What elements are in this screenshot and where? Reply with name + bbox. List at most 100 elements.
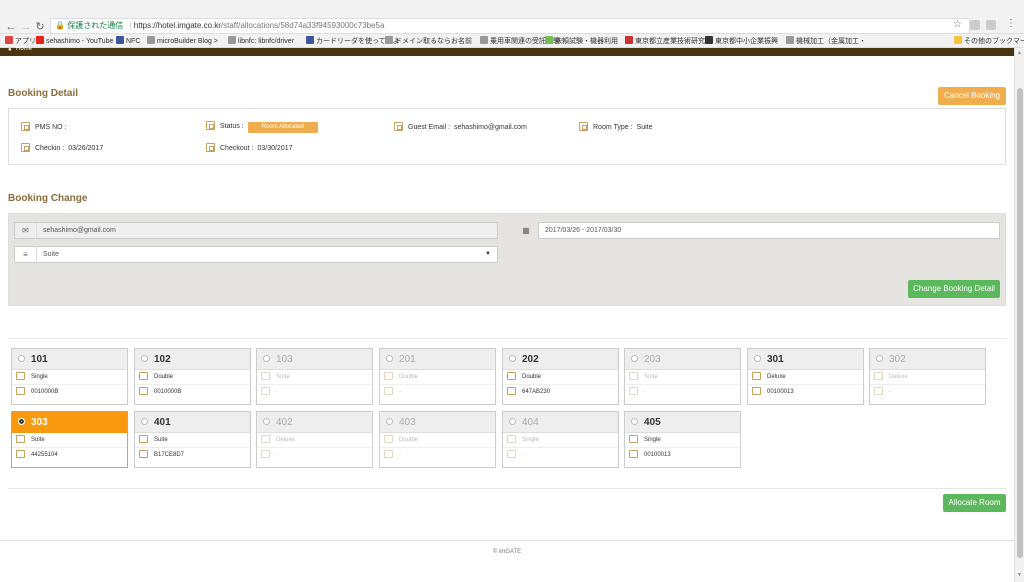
room-code: B17CE8D7 xyxy=(154,452,185,458)
room-type: Suite xyxy=(276,374,290,380)
bookmark-icon xyxy=(228,36,236,44)
bookmark-item[interactable]: 東京都中小企業振興 xyxy=(705,36,778,47)
bookmark-icon xyxy=(306,36,314,44)
room-code: - xyxy=(399,389,401,395)
bookmark-item[interactable]: ドメイン取るならお名前 xyxy=(385,36,472,47)
room-header: 202 xyxy=(503,349,618,370)
scrollbar[interactable]: ▲ ▼ xyxy=(1014,48,1024,582)
change-booking-detail-button[interactable]: Change Booking Detail xyxy=(908,280,1000,298)
bookmark-item[interactable]: 東京都立産業技術研究 xyxy=(625,36,705,47)
room-type-field: Room Type : Suite xyxy=(579,122,653,131)
room-radio[interactable] xyxy=(509,355,516,362)
bookmark-icon xyxy=(480,36,488,44)
bookmark-item[interactable]: microBuilder Blog > xyxy=(147,36,218,47)
room-radio xyxy=(263,355,270,362)
bookmark-label: その他のブックマーク xyxy=(964,38,1024,45)
scroll-thumb[interactable] xyxy=(1017,88,1023,558)
key-icon xyxy=(384,387,393,395)
room-type: Double xyxy=(399,374,419,380)
room-code-row: B17CE8D7 xyxy=(135,448,250,463)
room-radio[interactable] xyxy=(754,355,761,362)
bookmark-star-icon[interactable]: ☆ xyxy=(953,19,962,30)
bookmark-item[interactable]: その他のブックマーク xyxy=(954,36,1024,47)
room-type-row: Suite xyxy=(135,433,250,448)
room-type-row: Deluxe xyxy=(257,433,372,448)
app-header: ● Home xyxy=(0,46,1014,56)
bookmark-icon xyxy=(625,36,633,44)
bookmark-item[interactable]: sehashimo - YouTube xyxy=(36,36,113,47)
room-card[interactable]: 405 Single 00100013 xyxy=(624,411,741,468)
bookmark-label: 東京都立産業技術研究 xyxy=(635,38,705,45)
room-card: 402 Deluxe - xyxy=(256,411,373,468)
calendar-icon xyxy=(21,143,30,152)
envelope-icon xyxy=(394,122,403,131)
room-card[interactable]: 303 Suite 44255104 xyxy=(11,411,128,468)
bookmark-item[interactable]: 機械加工（金属加工・ xyxy=(786,36,866,47)
bookmark-item[interactable]: NFC xyxy=(116,36,140,47)
room-radio[interactable] xyxy=(18,355,25,362)
status-badge: Room Allocated xyxy=(247,122,318,133)
room-card[interactable]: 202 Double 647AB230 xyxy=(502,348,619,405)
room-header: 101 xyxy=(12,349,127,370)
bookmark-icon xyxy=(385,36,393,44)
pms-field: PMS NO : xyxy=(21,122,71,131)
room-header: 102 xyxy=(135,349,250,370)
checkout-field: Checkout :03/30/2017 xyxy=(206,143,293,152)
room-card: 201 Double - xyxy=(379,348,496,405)
reload-icon[interactable]: ↻ xyxy=(33,20,47,34)
bookmark-item[interactable]: 依頼試験・機器利用 xyxy=(545,36,618,47)
room-code-row: 00100013 xyxy=(748,385,863,400)
room-type: Single xyxy=(31,374,48,380)
back-arrow-icon[interactable]: ← xyxy=(4,20,18,34)
wifi-icon xyxy=(139,372,148,380)
extension-icon[interactable] xyxy=(986,20,996,30)
extension-icon[interactable] xyxy=(970,20,980,30)
room-number: 403 xyxy=(399,417,416,428)
allocate-room-button[interactable]: Allocate Room xyxy=(943,494,1006,512)
room-radio[interactable] xyxy=(18,418,25,425)
key-icon xyxy=(507,450,516,458)
room-card: 203 Suite - xyxy=(624,348,741,405)
menu-icon[interactable]: ⋮ xyxy=(1006,18,1016,29)
forward-arrow-icon[interactable]: → xyxy=(19,20,33,34)
room-type-select[interactable]: ≡ Suite ▼ xyxy=(14,246,498,263)
room-number: 402 xyxy=(276,417,293,428)
bookmark-label: libnfc: libnfc/driver xyxy=(238,38,295,45)
room-number: 401 xyxy=(154,417,171,428)
room-header: 401 xyxy=(135,412,250,433)
booking-detail-panel: PMS NO : Status : Room Allocated Guest Em… xyxy=(8,108,1006,165)
room-radio[interactable] xyxy=(631,418,638,425)
guest-email-field: Guest Email : sehashimo@gmail.com xyxy=(394,122,527,131)
key-icon xyxy=(16,387,25,395)
bookmark-icon xyxy=(545,36,553,44)
date-range-input[interactable]: 2017/03/26 - 2017/03/30 xyxy=(538,222,1000,239)
bookmark-item[interactable]: libnfc: libnfc/driver xyxy=(228,36,294,47)
room-radio[interactable] xyxy=(141,355,148,362)
bookmark-icon xyxy=(786,36,794,44)
room-card[interactable]: 301 Deluxe 00100013 xyxy=(747,348,864,405)
room-type: Deluxe xyxy=(889,374,908,380)
room-type: Deluxe xyxy=(276,437,295,443)
cancel-booking-button[interactable]: Cancel Booking xyxy=(938,87,1006,105)
email-field[interactable]: ✉ sehashimo@gmail.com xyxy=(14,222,498,239)
room-code-row: - xyxy=(625,385,740,400)
key-icon xyxy=(16,450,25,458)
room-card[interactable]: 101 Single 0010000B xyxy=(11,348,128,405)
room-radio[interactable] xyxy=(141,418,148,425)
wifi-icon xyxy=(16,372,25,380)
room-header: 203 xyxy=(625,349,740,370)
bookmark-label: ドメイン取るならお名前 xyxy=(395,38,472,45)
room-card[interactable]: 401 Suite B17CE8D7 xyxy=(134,411,251,468)
scroll-down-icon[interactable]: ▼ xyxy=(1017,572,1022,578)
address-bar[interactable]: 🔒 保護された通信 | https://hotel.imgate.co.kr/s… xyxy=(50,18,970,34)
bookmark-icon xyxy=(705,36,713,44)
room-code: - xyxy=(399,452,401,458)
room-code: 00100013 xyxy=(644,452,671,458)
key-icon xyxy=(629,387,638,395)
home-link[interactable]: ● Home xyxy=(8,46,32,53)
url-text: https://hotel.imgate.co.kr/staff/allocat… xyxy=(133,21,385,30)
calendar-icon xyxy=(206,143,215,152)
room-card[interactable]: 102 Double 0010000B xyxy=(134,348,251,405)
room-header: 403 xyxy=(380,412,495,433)
scroll-up-icon[interactable]: ▲ xyxy=(1017,50,1022,56)
